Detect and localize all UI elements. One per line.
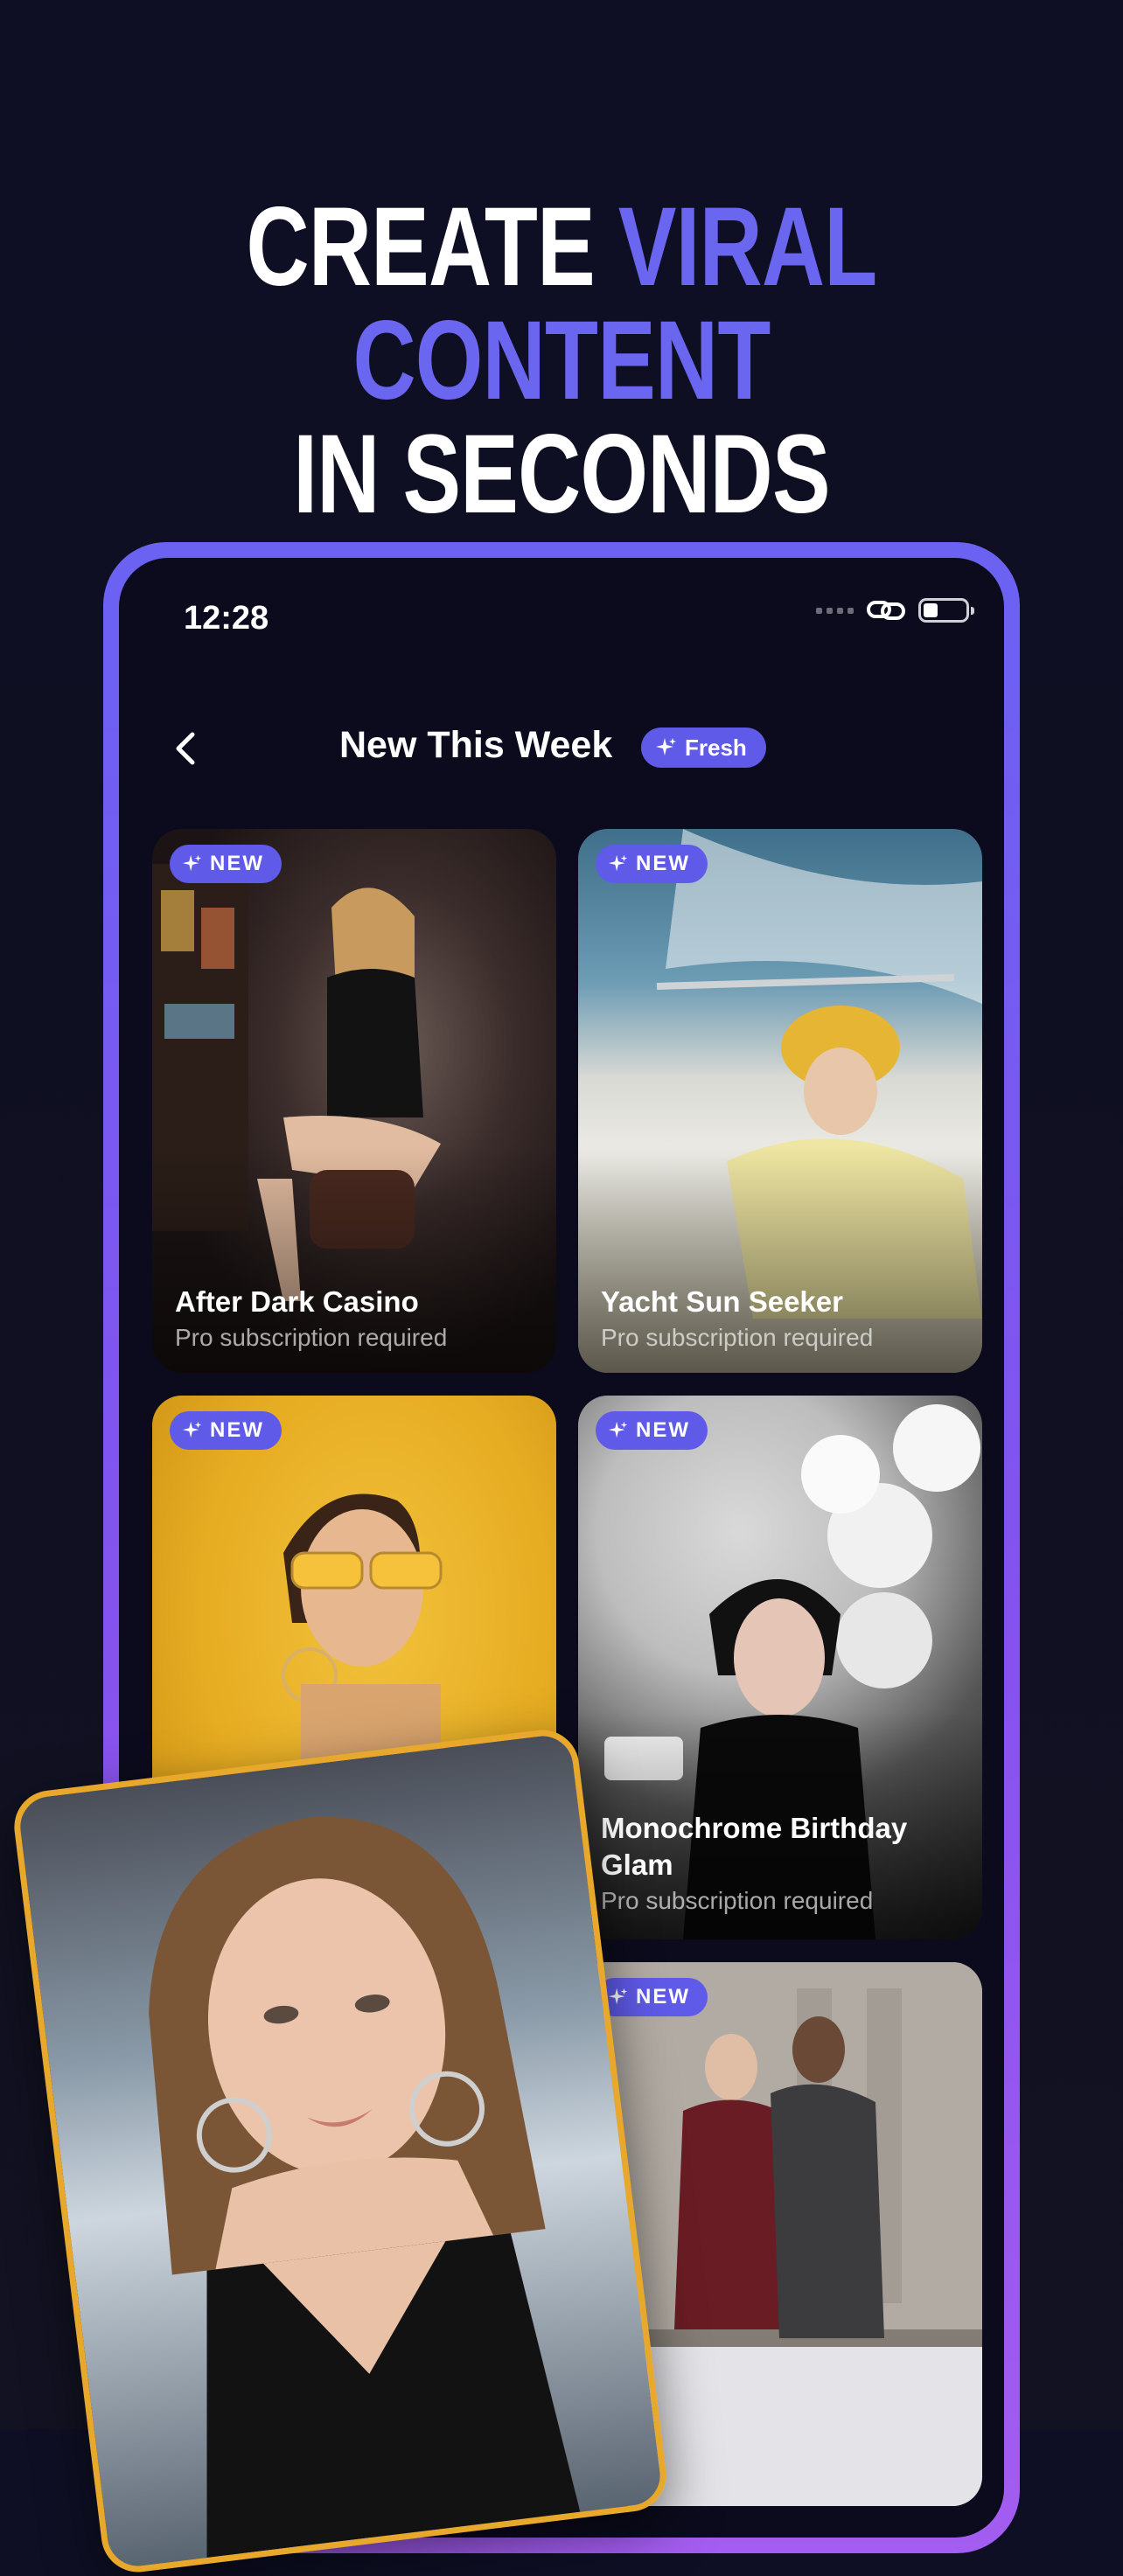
- page-title: New This Week: [339, 724, 613, 766]
- template-card-after-dark-casino[interactable]: NEW After Dark Casino Pro subscription r…: [152, 829, 556, 1373]
- sparkle-icon: [182, 1421, 202, 1438]
- sparkle-icon: [182, 854, 202, 872]
- headline-white: CREATE: [246, 184, 596, 310]
- template-card-yacht-sun-seeker[interactable]: NEW Yacht Sun Seeker Pro subscription re…: [578, 829, 982, 1373]
- fresh-badge-label: Fresh: [685, 734, 747, 761]
- new-badge-label: NEW: [210, 852, 264, 875]
- battery-icon: [918, 598, 974, 623]
- preview-photo: [149, 1816, 581, 2559]
- link-icon: [867, 601, 905, 620]
- new-badge: NEW: [596, 1978, 708, 2016]
- floating-preview-photo: [10, 1725, 671, 2576]
- sparkle-icon: [608, 1421, 628, 1438]
- new-badge-label: NEW: [636, 852, 690, 875]
- new-badge: NEW: [596, 1411, 708, 1450]
- card-subtitle: Pro subscription required: [175, 1324, 448, 1351]
- new-badge-label: NEW: [636, 1418, 690, 1442]
- new-badge: NEW: [170, 1411, 282, 1450]
- card-title: Monochrome Birthday Glam: [601, 1812, 908, 1881]
- fresh-badge: Fresh: [641, 728, 766, 768]
- signal-icon: [816, 607, 854, 614]
- card-title: Yacht Sun Seeker: [601, 1285, 843, 1318]
- sparkle-icon: [656, 738, 676, 755]
- new-badge-label: NEW: [210, 1418, 264, 1442]
- headline: CREATE VIRAL CONTENT IN SECONDS: [123, 191, 1000, 532]
- card-subtitle: Pro subscription required: [601, 1324, 874, 1351]
- new-badge-label: NEW: [636, 1985, 690, 2009]
- sparkle-icon: [608, 1988, 628, 2005]
- sparkle-icon: [608, 854, 628, 872]
- new-badge: NEW: [596, 845, 708, 883]
- status-time: 12:28: [184, 600, 269, 637]
- headline-line2: IN SECONDS: [293, 412, 830, 537]
- template-card-monochrome-birthday-glam[interactable]: NEW Monochrome Birthday Glam Pro subscri…: [578, 1396, 982, 1939]
- nav-bar: New This Week Fresh: [119, 715, 1004, 785]
- new-badge: NEW: [170, 845, 282, 883]
- status-icons: [816, 598, 974, 623]
- card-subtitle: Pro subscription required: [601, 1887, 874, 1914]
- card-title: After Dark Casino: [175, 1285, 419, 1318]
- back-chevron-icon[interactable]: [161, 722, 213, 775]
